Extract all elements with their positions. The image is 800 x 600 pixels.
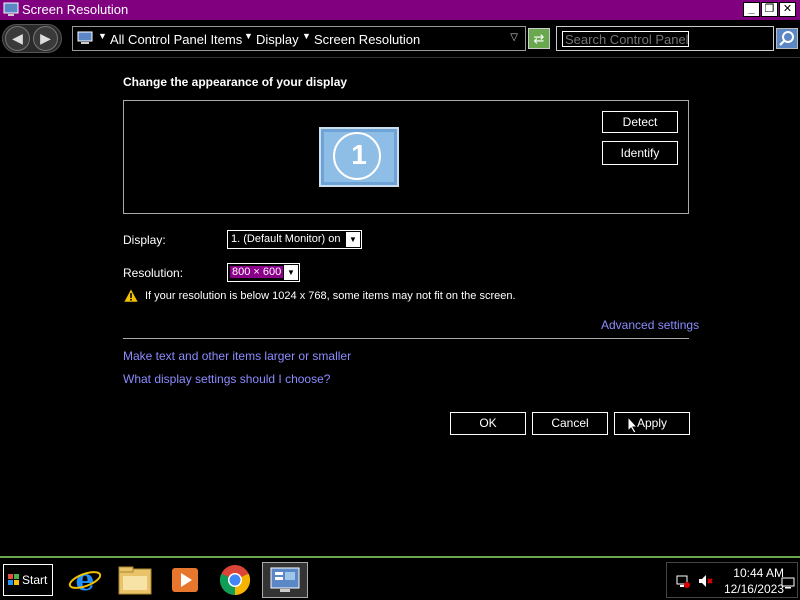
taskbar-file-explorer[interactable]	[114, 562, 156, 598]
control-panel-icon	[77, 31, 93, 44]
address-dropdown-icon[interactable]: ▽	[510, 32, 518, 43]
divider	[123, 338, 689, 339]
show-desktop-icon[interactable]	[781, 577, 795, 589]
clock-time[interactable]: 10:44 AM	[722, 566, 784, 580]
start-button[interactable]: Start	[3, 564, 53, 596]
clock-date[interactable]: 12/16/2023	[719, 582, 784, 596]
chrome-icon	[219, 565, 251, 596]
display-settings-icon	[3, 2, 19, 16]
close-button[interactable]: ✕	[779, 2, 796, 17]
breadcrumb-all-items[interactable]: All Control Panel Items	[110, 32, 242, 47]
refresh-icon: ⇄	[533, 31, 545, 46]
back-button[interactable]: ◀	[5, 26, 30, 51]
arrow-right-icon: ▶	[40, 30, 51, 46]
network-icon[interactable]	[675, 573, 691, 589]
breadcrumb-screen-resolution[interactable]: Screen Resolution	[314, 32, 420, 47]
media-player-icon	[172, 568, 198, 592]
advanced-settings-link[interactable]: Advanced settings	[601, 318, 699, 332]
search-input[interactable]	[562, 31, 689, 47]
warning-icon	[123, 288, 139, 303]
breadcrumb-display[interactable]: Display	[256, 32, 299, 47]
restore-button[interactable]: ❐	[761, 2, 778, 17]
apply-button[interactable]: Apply	[614, 412, 690, 435]
cancel-button[interactable]: Cancel	[532, 412, 608, 435]
display-select-value: 1. (Default Monitor) on	[231, 233, 341, 245]
taskbar-media-player[interactable]	[164, 562, 206, 598]
display-settings-help-link[interactable]: What display settings should I choose?	[123, 372, 330, 386]
taskbar-internet-explorer[interactable]: e	[64, 562, 106, 598]
chevron-down-icon[interactable]: ▼	[346, 232, 360, 247]
monitor-number: 1	[351, 139, 367, 170]
ok-button[interactable]: OK	[450, 412, 526, 435]
svg-text:e: e	[75, 563, 94, 598]
resolution-select-value: 800 × 600	[230, 266, 284, 278]
resolution-warning-text: If your resolution is below 1024 x 768, …	[145, 290, 516, 302]
taskbar-chrome[interactable]	[214, 562, 256, 598]
display-settings-icon	[270, 567, 300, 592]
breadcrumb-arrow-icon[interactable]: ▼	[244, 31, 253, 41]
start-label: Start	[22, 573, 48, 587]
display-select[interactable]: 1. (Default Monitor) on ▼	[227, 230, 362, 249]
resolution-label: Resolution:	[123, 266, 184, 280]
refresh-button[interactable]: ⇄	[528, 28, 550, 49]
volume-muted-icon[interactable]	[697, 573, 713, 589]
folder-icon	[118, 566, 152, 595]
breadcrumb-arrow-icon[interactable]: ▼	[98, 31, 107, 41]
page-heading: Change the appearance of your display	[123, 75, 348, 89]
monitor-1-thumbnail[interactable]: 1	[319, 127, 399, 187]
text-size-link[interactable]: Make text and other items larger or smal…	[123, 349, 351, 363]
monitor-preview-panel: 1 Detect Identify	[123, 100, 689, 214]
resolution-select[interactable]: 800 × 600 ▼	[227, 263, 300, 282]
taskbar: Start e 10:44 AM 12/16/2023	[0, 556, 800, 600]
title-bar: Screen Resolution _ ❐ ✕	[0, 0, 800, 20]
arrow-left-icon: ◀	[12, 30, 23, 46]
display-label: Display:	[123, 233, 166, 247]
mouse-cursor-icon	[627, 416, 639, 434]
system-tray: 10:44 AM 12/16/2023	[666, 562, 798, 598]
internet-explorer-icon: e	[68, 563, 102, 598]
taskbar-control-panel-display[interactable]	[262, 562, 308, 598]
minimize-button[interactable]: _	[743, 2, 760, 17]
windows-logo-icon	[8, 574, 19, 585]
search-button[interactable]	[776, 28, 798, 49]
forward-button[interactable]: ▶	[33, 26, 58, 51]
detect-button[interactable]: Detect	[602, 111, 678, 133]
chevron-down-icon[interactable]: ▼	[284, 265, 298, 280]
search-icon	[779, 31, 794, 46]
window-title: Screen Resolution	[22, 2, 129, 17]
breadcrumb-arrow-icon[interactable]: ▼	[302, 31, 311, 41]
search-box[interactable]	[556, 26, 774, 51]
address-bar[interactable]: ▼ All Control Panel Items ▼ Display ▼ Sc…	[72, 26, 526, 51]
identify-button[interactable]: Identify	[602, 141, 678, 165]
navigation-bar: ◀ ▶ ▼ All Control Panel Items ▼ Display …	[0, 20, 800, 58]
